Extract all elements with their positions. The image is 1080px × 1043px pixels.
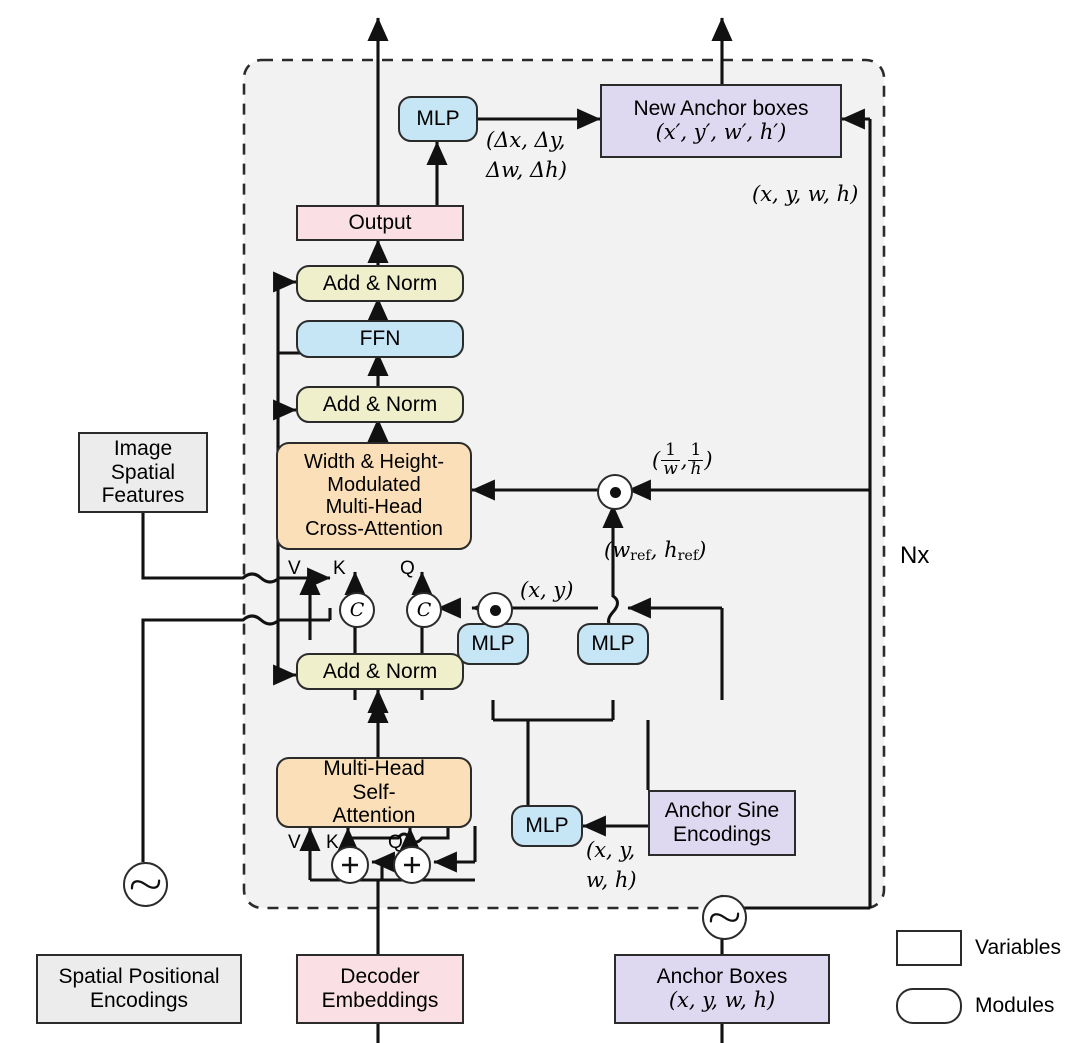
image-spatial-features-box[interactable]: Image Spatial Features	[78, 432, 208, 513]
self-attention-line-1: Multi-Head	[323, 757, 425, 781]
diagram-canvas: MLP New Anchor boxes (x′, y′, w′, h′) Ou…	[0, 0, 1080, 1043]
plus-glyph	[342, 857, 358, 873]
add-norm-3-box[interactable]: Add & Norm	[296, 265, 464, 302]
cross-attention-line-4: Cross-Attention	[305, 518, 443, 541]
xy-label: (x, y)	[520, 578, 574, 602]
inv-close: )	[704, 447, 713, 472]
inv-h-fraction: 1 h	[688, 440, 704, 479]
cross-attn-port-v: V	[288, 558, 301, 579]
legend-modules-label: Modules	[975, 994, 1055, 1017]
mlp-top-box[interactable]: MLP	[398, 96, 478, 142]
legend-modules-shape	[896, 988, 962, 1024]
anchor-boxes-box[interactable]: Anchor Boxes (x, y, w, h)	[614, 954, 830, 1024]
wref-middle: , h	[650, 538, 678, 562]
self-attn-port-v: V	[288, 832, 301, 853]
wref-href-label: (wref, href)	[604, 538, 706, 565]
plus-glyph	[404, 857, 420, 873]
self-attention-line-3: Attention	[332, 804, 416, 828]
cross-attention-line-2: Modulated	[327, 473, 421, 496]
anchor-sine-encodings-box[interactable]: Anchor Sine Encodings	[648, 790, 796, 856]
add-norm-3-label: Add & Norm	[322, 271, 438, 295]
self-attention-box[interactable]: Multi-Head Self- Attention	[276, 757, 472, 828]
image-spatial-features-line-1: Image	[113, 437, 173, 461]
anchor-out-label-line-1: (x, y,	[586, 838, 636, 862]
self-attention-line-2: Self-	[352, 780, 396, 804]
cross-attention-line-3: Multi-Head	[325, 496, 423, 518]
inv-open: (	[652, 447, 661, 472]
add-k-icon[interactable]	[331, 846, 369, 884]
mlp-top-label: MLP	[416, 107, 460, 131]
mlp-xy-box[interactable]: MLP	[457, 623, 529, 665]
anchor-boxes-label: Anchor Boxes	[656, 965, 788, 989]
inv-w-numerator: 1	[665, 440, 676, 460]
add-norm-1-box[interactable]: Add & Norm	[296, 653, 464, 690]
delta-label-line-1: (Δx, Δy,	[486, 128, 566, 152]
mlp-anchor-label: MLP	[525, 814, 569, 838]
inv-h-denominator: h	[688, 459, 704, 479]
new-anchor-boxes-label: New Anchor boxes	[633, 97, 809, 121]
multiply-xy-dot	[489, 604, 501, 616]
sine-positional-icon[interactable]	[123, 862, 168, 907]
sine-wave-glyph	[709, 912, 740, 923]
ffn-label: FFN	[359, 327, 401, 351]
decoder-embeddings-box[interactable]: Decoder Embeddings	[296, 954, 464, 1024]
xywh-feedback-label: (x, y, w, h)	[752, 182, 859, 206]
new-anchor-boxes-box[interactable]: New Anchor boxes (x′, y′, w′, h′)	[600, 84, 842, 158]
cross-attention-box[interactable]: Width & Height- Modulated Multi-Head Cro…	[276, 442, 472, 550]
decoder-embeddings-line-1: Decoder	[340, 965, 420, 989]
anchor-sine-line-1: Anchor Sine	[664, 799, 780, 823]
multiply-wh-dot	[609, 486, 621, 498]
spatial-positional-encodings-box[interactable]: Spatial Positional Encodings	[36, 954, 242, 1024]
decoder-embeddings-line-2: Embeddings	[321, 989, 439, 1012]
anchor-boxes-coords: (x, y, w, h)	[668, 988, 776, 1012]
spatial-pos-line-2: Encodings	[89, 989, 189, 1012]
multiply-xy-icon[interactable]	[477, 592, 513, 628]
anchor-out-label-line-2: w, h)	[586, 868, 637, 892]
concat-q-icon[interactable]: C	[406, 592, 442, 628]
inv-w-fraction: 1 w	[661, 442, 680, 478]
ffn-box[interactable]: FFN	[296, 320, 464, 358]
cross-attention-line-1: Width & Height-	[303, 451, 445, 474]
add-norm-2-box[interactable]: Add & Norm	[296, 386, 464, 423]
add-norm-2-label: Add & Norm	[322, 392, 438, 416]
legend-variables-shape	[896, 930, 962, 966]
output-box[interactable]: Output	[296, 205, 464, 241]
wref-subscript: ref	[630, 548, 651, 565]
concat-k-symbol: C	[349, 598, 365, 621]
new-anchor-boxes-coords: (x′, y′, w′, h′)	[655, 120, 787, 144]
delta-label-line-2: Δw, Δh)	[486, 158, 567, 182]
inverse-wh-label: ( 1 w , 1 h )	[652, 442, 713, 478]
inv-separator: ,	[680, 447, 688, 472]
concat-k-icon[interactable]: C	[339, 592, 375, 628]
cross-attn-port-k: K	[333, 558, 346, 579]
href-subscript: ref	[677, 548, 699, 565]
anchor-sine-line-2: Encodings	[672, 823, 772, 846]
legend-variables: Variables	[896, 930, 1061, 966]
concat-q-symbol: C	[416, 598, 432, 621]
mlp-xy-label: MLP	[471, 632, 515, 656]
output-label: Output	[348, 211, 412, 235]
mlp-anchor-box[interactable]: MLP	[511, 805, 583, 847]
add-norm-1-label: Add & Norm	[322, 659, 438, 683]
repeat-count-label: Nx	[900, 542, 930, 569]
sine-anchor-icon[interactable]	[702, 895, 747, 940]
spatial-pos-line-1: Spatial Positional	[58, 965, 220, 989]
legend-modules: Modules	[896, 988, 1054, 1024]
add-q-icon[interactable]	[393, 846, 431, 884]
mlp-wh-box[interactable]: MLP	[577, 623, 649, 665]
wref-open: (w	[604, 538, 631, 562]
mlp-wh-label: MLP	[591, 632, 635, 656]
wref-close: )	[698, 538, 707, 562]
sine-wave-glyph	[130, 879, 161, 890]
multiply-wh-icon[interactable]	[597, 474, 633, 510]
image-spatial-features-line-3: Features	[101, 484, 185, 508]
cross-attn-port-q: Q	[400, 558, 415, 579]
image-spatial-features-line-2: Spatial	[110, 460, 176, 484]
inv-w-denominator: w	[661, 459, 680, 479]
legend-variables-label: Variables	[975, 936, 1061, 959]
inv-h-numerator: 1	[690, 440, 702, 460]
